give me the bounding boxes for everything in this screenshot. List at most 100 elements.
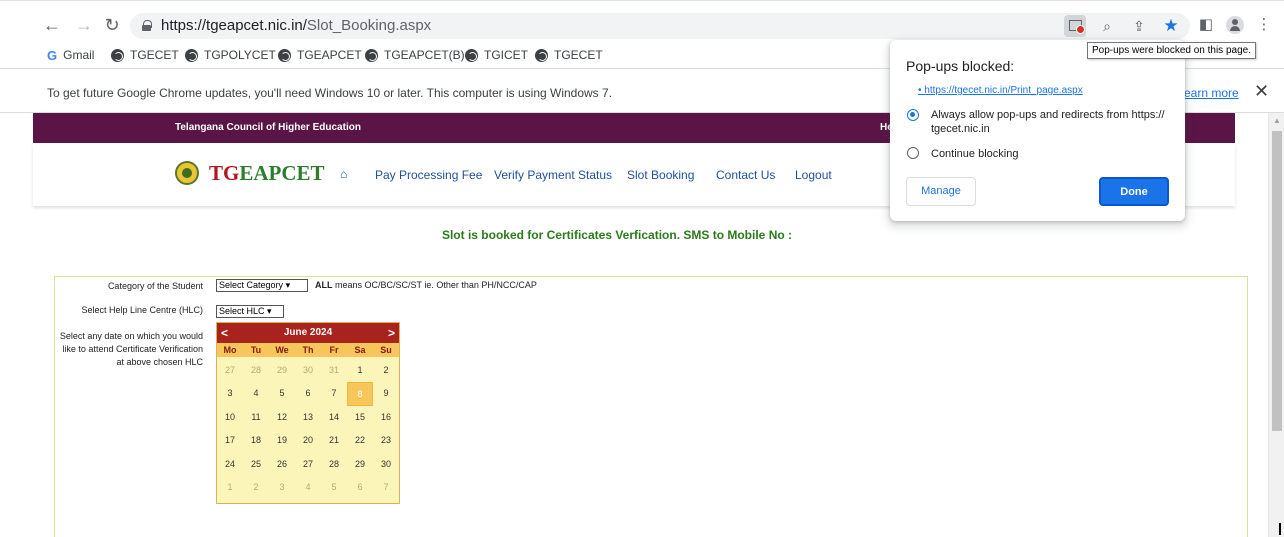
calendar-day[interactable]: 14	[321, 406, 347, 429]
nav-contact-us[interactable]: Contact Us	[716, 168, 775, 182]
bookmark-label: TGEAPCET	[297, 48, 362, 62]
calendar-day[interactable]: 6	[295, 382, 321, 405]
calendar-day-other-month: 1	[227, 481, 233, 492]
zoom-icon[interactable]: ⌕	[1096, 15, 1118, 37]
bookmark-tgeapcet-b[interactable]: TGEAPCET(B)	[365, 47, 465, 63]
calendar-day[interactable]: 16	[373, 406, 399, 429]
radio-continue-blocking[interactable]	[907, 147, 919, 159]
calendar-day[interactable]: 23	[373, 429, 399, 452]
calendar-weekday: Tu	[250, 345, 262, 355]
calendar-day[interactable]: 26	[269, 453, 295, 476]
menu-kebab-icon[interactable]: ⋮	[1254, 13, 1274, 37]
bookmark-tgpolycet[interactable]: TGPOLYCET	[185, 47, 276, 63]
bookmark-tgeapcet[interactable]: TGEAPCET	[278, 47, 362, 63]
category-select[interactable]: Select Category ▾	[216, 279, 308, 292]
calendar-day[interactable]: 18	[243, 429, 269, 452]
logo-rest: EAPCET	[239, 161, 325, 185]
page-scrollbar[interactable]: ▲	[1268, 113, 1284, 537]
url-path: Slot_Booking.aspx	[306, 17, 432, 34]
globe-icon	[535, 48, 548, 62]
nav-logout[interactable]: Logout	[795, 168, 832, 182]
popup-blocked-icon[interactable]	[1064, 15, 1086, 37]
calendar-day[interactable]: 22	[347, 429, 373, 452]
url-text[interactable]: https://tgeapcet.nic.in/Slot_Booking.asp…	[161, 17, 431, 34]
site-logo-text[interactable]: TGEAPCET	[209, 161, 325, 186]
popups-blocked-dialog: Pop-ups blocked: • https://tgecet.nic.in…	[890, 40, 1185, 221]
side-panel-icon[interactable]: ◧	[1196, 13, 1216, 37]
calendar-day[interactable]: 9	[373, 382, 399, 405]
calendar-weekday: Fr	[329, 345, 339, 355]
calendar-day[interactable]: 7	[321, 382, 347, 405]
globe-icon	[111, 48, 124, 62]
category-select-value: Select Category	[219, 280, 284, 290]
calendar-day[interactable]: 11	[243, 406, 269, 429]
calendar-day[interactable]: 2	[373, 359, 399, 382]
hlc-label: Select Help Line Centre (HLC)	[81, 305, 203, 315]
reload-icon[interactable]: ↻	[100, 13, 124, 37]
window-resize-edge	[1279, 523, 1281, 535]
calendar-day[interactable]: 20	[295, 429, 321, 452]
radio-always-allow[interactable]	[907, 109, 919, 121]
bookmark-label: Gmail	[63, 48, 95, 62]
category-note-bold: ALL	[315, 280, 333, 290]
calendar-header: < June 2024 >	[217, 323, 399, 343]
bookmark-gmail[interactable]: G Gmail	[47, 47, 94, 63]
nav-verify-payment-status[interactable]: Verify Payment Status	[494, 168, 612, 182]
calendar-day[interactable]: 1	[347, 359, 373, 382]
calendar-day[interactable]: 19	[269, 429, 295, 452]
calendar-day[interactable]: 21	[321, 429, 347, 452]
calendar-next-button[interactable]: >	[388, 326, 395, 340]
blocked-popup-url: https://tgecet.nic.in/Print_page.aspx	[924, 85, 1083, 96]
globe-icon	[365, 48, 378, 62]
home-icon[interactable]: ⌂	[340, 167, 347, 181]
calendar-week-row: 3456789	[217, 382, 399, 406]
calendar-day[interactable]: 28	[321, 453, 347, 476]
calendar-days-grid: 27 28 29 30 31 1 2 3 4 5 6 7 8 9 10 11 12 13 14 15 16 17 18 19 2…	[217, 359, 399, 499]
calendar-day[interactable]: 15	[347, 406, 373, 429]
calendar-day[interactable]: 30	[373, 453, 399, 476]
calendar-day[interactable]: 8	[347, 382, 373, 406]
share-icon[interactable]: ⇪	[1128, 15, 1150, 37]
calendar-day[interactable]: 5	[269, 382, 295, 405]
date-label: Select any date on which you would like …	[59, 331, 203, 367]
nav-slot-booking[interactable]: Slot Booking	[627, 168, 694, 182]
category-label: Category of the Student	[107, 281, 203, 291]
bookmark-label: TGPOLYCET	[204, 48, 276, 62]
calendar-week-row: 1 2 3 4 5 6 7	[217, 476, 399, 499]
calendar-day[interactable]: 24	[217, 453, 243, 476]
calendar-day[interactable]: 27	[295, 453, 321, 476]
calendar-day[interactable]: 13	[295, 406, 321, 429]
browser-toolbar: ← → ↻ https://tgeapcet.nic.in/Slot_Booki…	[0, 9, 1284, 41]
close-icon[interactable]: ✕	[1254, 81, 1269, 102]
calendar-day[interactable]: 29	[347, 453, 373, 476]
address-bar[interactable]: https://tgeapcet.nic.in/Slot_Booking.asp…	[130, 13, 1190, 39]
calendar-day[interactable]: 12	[269, 406, 295, 429]
bookmark-tgicet[interactable]: TGICET	[465, 47, 528, 63]
profile-avatar-icon[interactable]	[1226, 16, 1244, 34]
blocked-popup-link[interactable]: • https://tgecet.nic.in/Print_page.aspx	[918, 85, 1083, 96]
bookmark-tgecet-2[interactable]: TGECET	[535, 47, 603, 63]
calendar-day[interactable]: 17	[217, 429, 243, 452]
nav-pay-processing-fee[interactable]: Pay Processing Fee	[375, 168, 482, 182]
learn-more-link[interactable]: earn more	[1184, 86, 1239, 100]
scroll-thumb[interactable]	[1272, 131, 1282, 431]
bookmark-star-icon[interactable]: ★	[1160, 15, 1182, 37]
calendar-day[interactable]: 10	[217, 406, 243, 429]
hlc-select[interactable]: Select HLC ▾	[216, 305, 284, 318]
done-button[interactable]: Done	[1099, 177, 1169, 206]
category-note-text: means OC/BC/SC/ST ie. Other than PH/NCC/…	[332, 280, 537, 290]
calendar-day[interactable]: 4	[243, 382, 269, 405]
lock-icon[interactable]	[142, 20, 152, 31]
bookmark-label: TGECET	[130, 48, 179, 62]
address-bar-icons: ⌕ ⇪ ★	[1064, 13, 1182, 39]
calendar-day-other-month: 28	[250, 365, 261, 375]
forward-arrow-icon[interactable]: →	[72, 13, 96, 37]
scroll-up-arrow-icon[interactable]: ▲	[1273, 116, 1281, 125]
manage-button[interactable]: Manage	[906, 177, 976, 206]
back-arrow-icon[interactable]: ←	[40, 13, 64, 37]
calendar-day[interactable]: 3	[217, 382, 243, 405]
bookmark-tgecet[interactable]: TGECET	[111, 47, 179, 63]
category-note: ALL means OC/BC/SC/ST ie. Other than PH/…	[315, 280, 537, 290]
calendar-day-other-month: 29	[276, 365, 287, 375]
calendar-day[interactable]: 25	[243, 453, 269, 476]
